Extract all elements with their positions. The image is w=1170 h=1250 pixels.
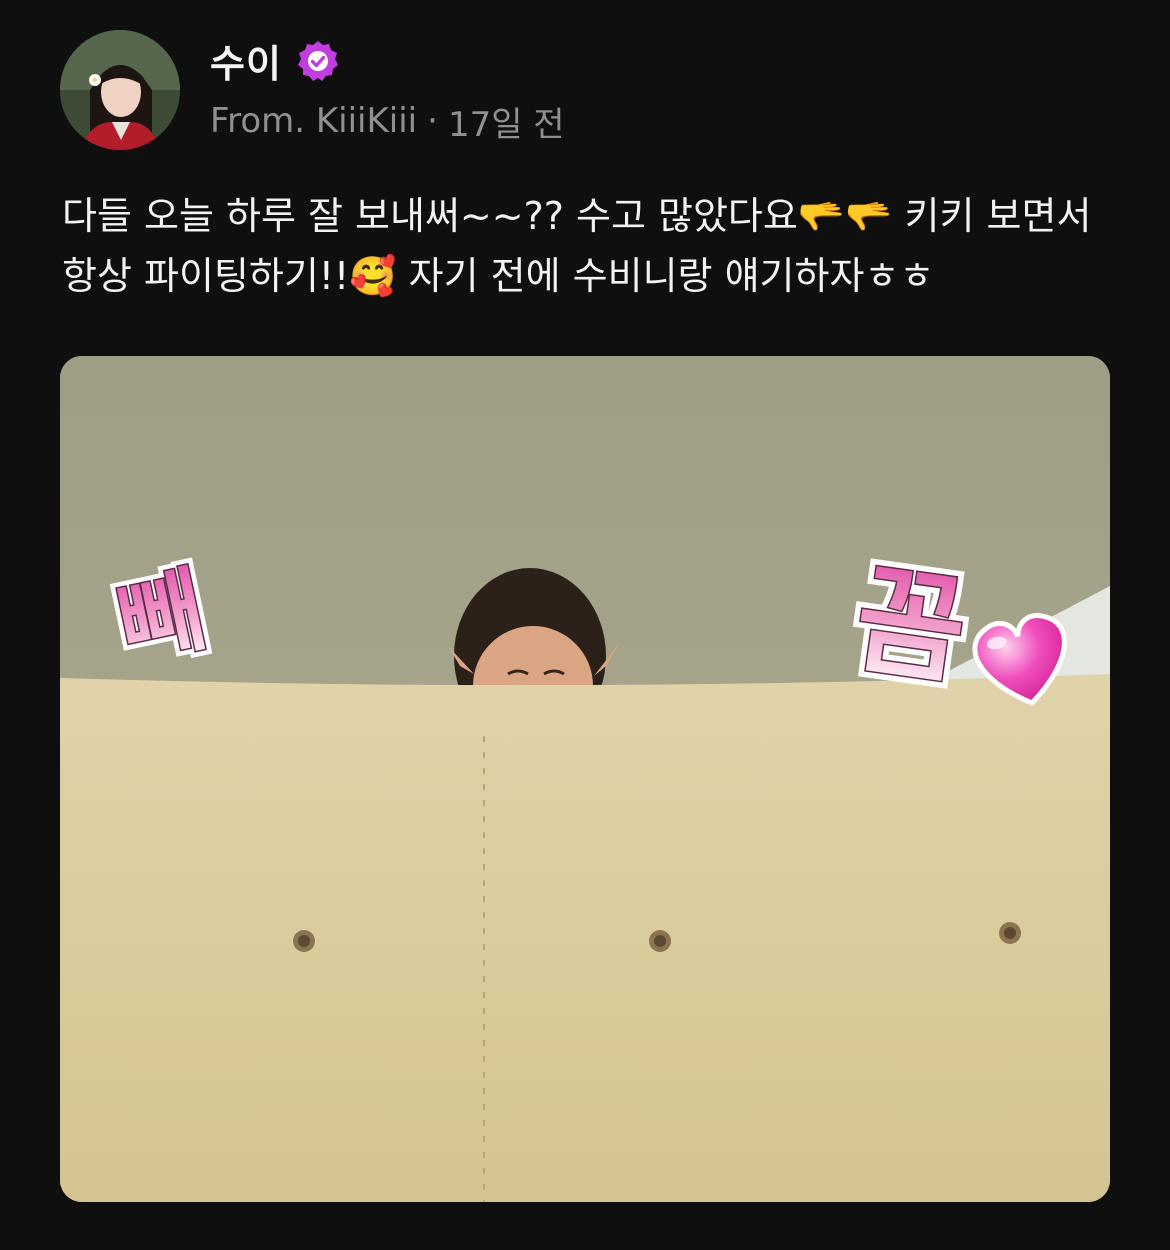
post-media[interactable]: 빼 빼 꼼 꼼: [60, 356, 1110, 1202]
separator-dot: ·: [427, 101, 438, 141]
verified-badge-icon: [297, 40, 338, 81]
name-row: 수이: [210, 35, 565, 87]
post-text: 다들 오늘 하루 잘 보내써~~?? 수고 많았다요🫳🫳 키키 보면서 항상 파…: [62, 194, 1092, 299]
post-header: 수이 From. KiiiKiii · 17일 전: [60, 28, 565, 152]
post-image: 빼 빼 꼼 꼼: [60, 356, 1110, 1202]
source-line: From. KiiiKiii · 17일 전: [210, 97, 565, 146]
avatar-image: [60, 30, 180, 150]
sticker-right-text-fill: 꼼: [847, 550, 974, 702]
source-prefix: From.: [210, 101, 306, 141]
author-name[interactable]: 수이: [210, 33, 282, 88]
timestamp: 17일 전: [447, 104, 565, 145]
source-name[interactable]: KiiiKiii: [316, 101, 417, 141]
post-card: 수이 From. KiiiKiii · 17일 전 다들 오늘 하루 잘 보내써~~…: [0, 0, 1170, 1250]
avatar[interactable]: [60, 30, 180, 150]
author-meta: 수이 From. KiiiKiii · 17일 전: [210, 35, 565, 146]
sticker-right: 꼼 꼼: [840, 543, 981, 709]
